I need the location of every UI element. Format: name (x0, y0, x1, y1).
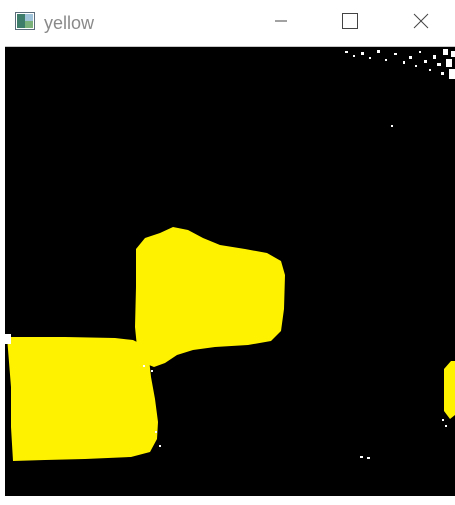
noise-speck-left (5, 334, 11, 344)
window-title: yellow (44, 13, 95, 33)
yellow-region-right-edge (444, 361, 455, 419)
close-icon (413, 13, 429, 34)
window-bottom-border (0, 496, 455, 505)
image-canvas[interactable] (5, 46, 455, 497)
maximize-icon (342, 12, 358, 34)
image-window-icon (15, 12, 35, 30)
maximize-button[interactable] (327, 0, 373, 46)
image-window: yellow (0, 0, 455, 505)
yellow-mask-image (5, 47, 455, 497)
minimize-button[interactable] (258, 0, 304, 46)
title-bar[interactable]: yellow (0, 0, 455, 46)
minimize-icon (274, 14, 288, 33)
close-button[interactable] (398, 0, 444, 46)
yellow-region-lower-left (7, 337, 158, 461)
